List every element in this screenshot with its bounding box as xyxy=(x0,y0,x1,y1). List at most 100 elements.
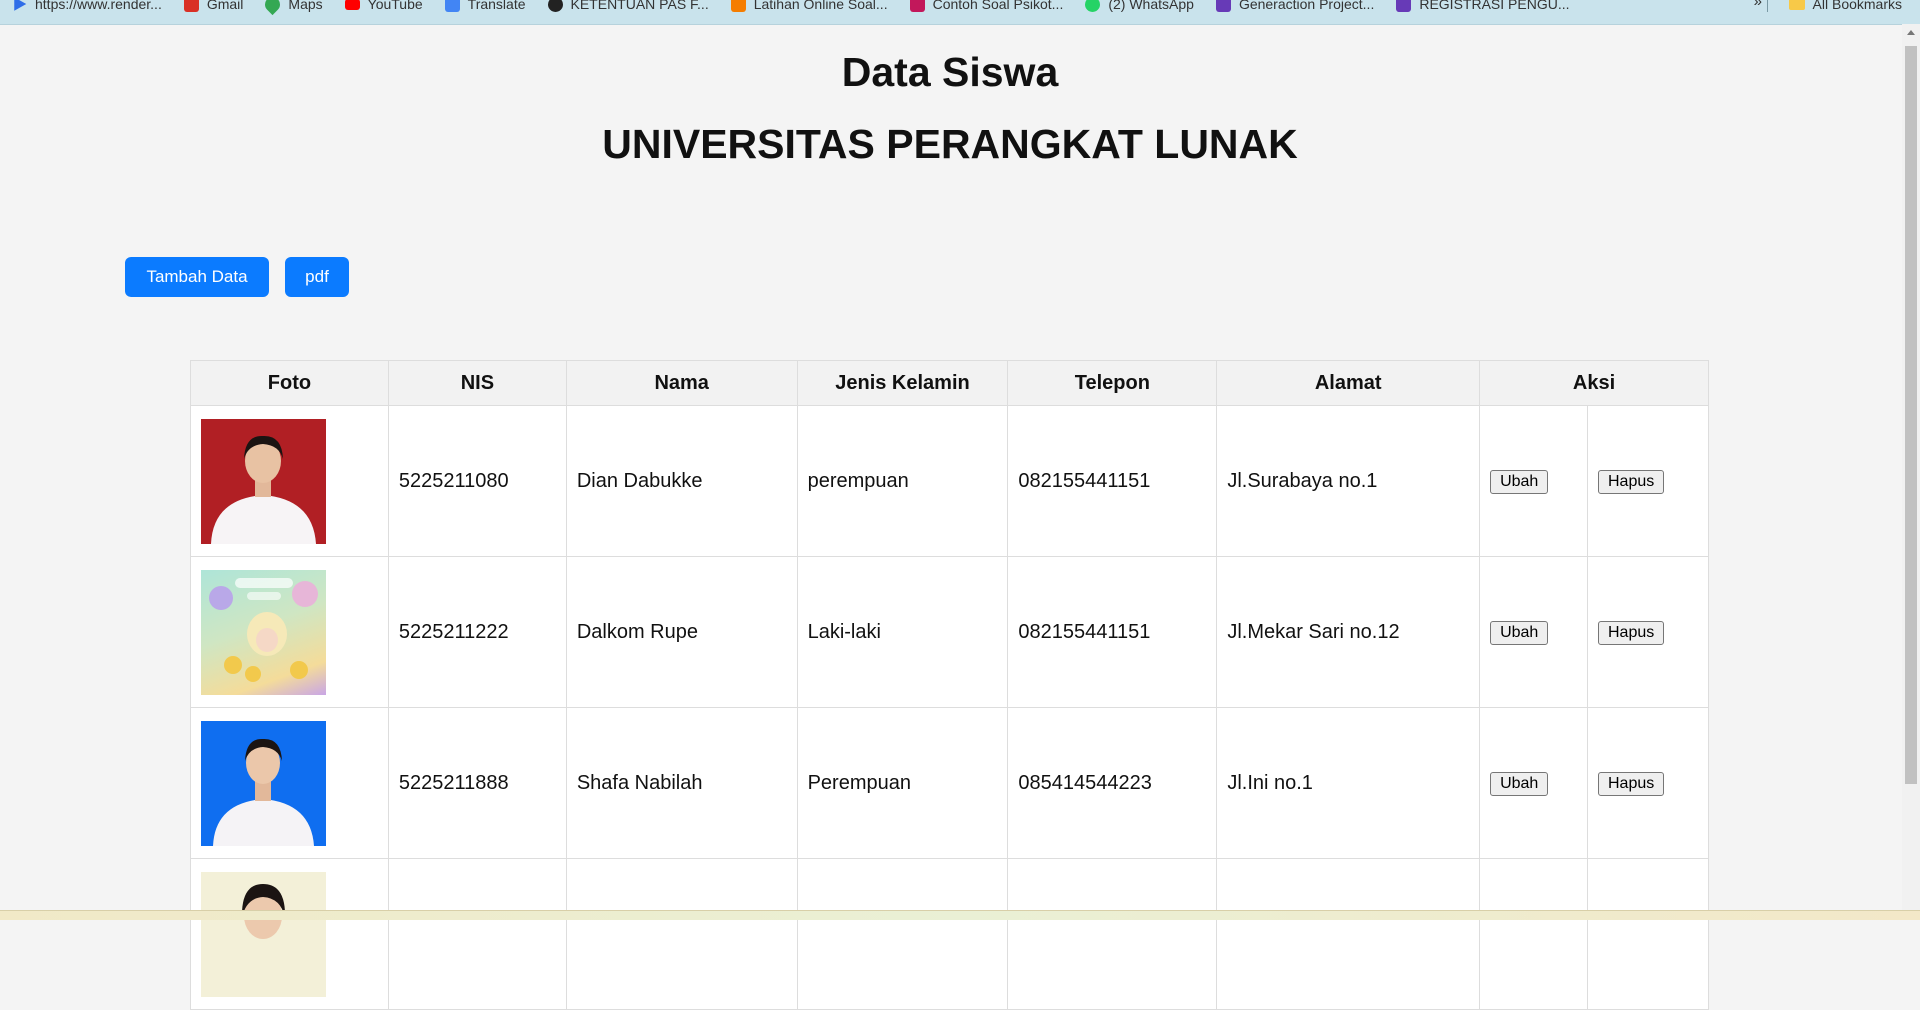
clock-icon xyxy=(547,0,563,12)
alamat-cell: Jl.Mekar Sari no.12 xyxy=(1216,556,1481,708)
person-silhouette-icon xyxy=(241,883,286,939)
bookmark-label: Contoh Soal Psikot... xyxy=(932,0,1064,12)
student-photo xyxy=(201,720,326,846)
bookmark-item[interactable]: Contoh Soal Psikot... xyxy=(909,0,1064,15)
pdf-button[interactable]: pdf xyxy=(285,257,349,297)
scrollbar-thumb[interactable] xyxy=(1905,46,1917,784)
bookmark-item[interactable]: KETENTUAN PAS F... xyxy=(547,0,709,15)
bookmark-label: Latihan Online Soal... xyxy=(753,0,888,12)
bookmark-item[interactable]: Generaction Project... xyxy=(1215,0,1375,15)
edit-button[interactable]: Ubah xyxy=(1490,771,1549,796)
table-row xyxy=(190,858,1709,1010)
person-silhouette-icon xyxy=(213,738,314,846)
nama-cell: Dian Dabukke xyxy=(565,405,798,557)
jenis-kelamin-cell: perempuan xyxy=(796,405,1009,557)
bookmark-item[interactable]: (2) WhatsApp xyxy=(1085,0,1194,15)
nama-cell: Shafa Nabilah xyxy=(565,707,798,859)
nis-cell: 5225211222 xyxy=(387,556,567,708)
bookmarks-bar: https://www.render... Gmail Maps YouTube… xyxy=(0,0,1920,25)
table-row: 5225211080 Dian Dabukke perempuan 082155… xyxy=(190,405,1709,557)
alamat-cell xyxy=(1216,858,1481,1010)
bookmark-label: Translate xyxy=(467,0,526,12)
bookmark-label: Maps xyxy=(288,0,323,12)
student-photo xyxy=(201,418,326,544)
column-header-aksi: Aksi xyxy=(1479,360,1709,406)
gmail-icon xyxy=(183,0,199,12)
bookmark-item[interactable]: Latihan Online Soal... xyxy=(730,0,888,15)
nama-cell xyxy=(565,858,798,1010)
nis-cell: 5225211080 xyxy=(387,405,567,557)
forms-icon xyxy=(1396,0,1412,12)
play-icon xyxy=(14,0,27,11)
photo-cell xyxy=(190,858,389,1010)
column-header-foto: Foto xyxy=(190,360,389,406)
scroll-up-arrow-icon[interactable] xyxy=(1907,30,1915,35)
column-header-telepon: Telepon xyxy=(1007,360,1218,406)
nis-cell: 5225211888 xyxy=(387,707,567,859)
folder-icon xyxy=(1788,0,1805,10)
table-header-row: Foto NIS Nama Jenis Kelamin Telepon Alam… xyxy=(190,360,1709,406)
maps-pin-icon xyxy=(262,0,284,15)
bookmark-item[interactable]: Gmail xyxy=(183,0,244,15)
photo-cell xyxy=(190,707,389,859)
nis-cell xyxy=(387,858,567,1010)
student-photo xyxy=(201,871,326,997)
edit-cell: Ubah xyxy=(1479,405,1588,557)
blogger-icon xyxy=(730,0,746,12)
bookmark-label: https://www.render... xyxy=(35,0,162,12)
page-title: Data Siswa xyxy=(841,49,1059,95)
column-header-jenis-kelamin: Jenis Kelamin xyxy=(796,360,1009,406)
jenis-kelamin-cell: Perempuan xyxy=(796,707,1009,859)
table-row: 5225211888 Shafa Nabilah Perempuan 08541… xyxy=(190,707,1709,859)
translate-icon xyxy=(444,0,460,12)
bookmark-label: KETENTUAN PAS F... xyxy=(570,0,709,12)
telepon-cell: 085414544223 xyxy=(1007,707,1218,859)
person-silhouette-icon xyxy=(211,435,316,544)
photo-cell xyxy=(190,556,389,708)
jenis-kelamin-cell: Laki-laki xyxy=(796,556,1009,708)
nama-cell: Dalkom Rupe xyxy=(565,556,798,708)
youtube-icon xyxy=(344,0,360,10)
jenis-kelamin-cell xyxy=(796,858,1009,1010)
delete-button[interactable]: Hapus xyxy=(1598,620,1665,645)
bookmark-item[interactable]: https://www.render... xyxy=(12,0,162,15)
bookmark-item[interactable]: REGISTRASI PENGU... xyxy=(1396,0,1569,15)
column-header-alamat: Alamat xyxy=(1216,360,1481,406)
telepon-cell xyxy=(1007,858,1218,1010)
column-header-nama: Nama xyxy=(565,360,798,406)
illustration-image xyxy=(209,577,318,682)
delete-button[interactable]: Hapus xyxy=(1598,469,1665,494)
more-bookmarks-button[interactable]: » xyxy=(1754,0,1762,10)
edit-button[interactable]: Ubah xyxy=(1490,620,1549,645)
edit-button[interactable]: Ubah xyxy=(1490,469,1549,494)
table-row: 5225211222 Dalkom Rupe Laki-laki 0821554… xyxy=(190,556,1709,708)
psikotes-icon xyxy=(909,0,925,12)
alamat-cell: Jl.Surabaya no.1 xyxy=(1216,405,1481,557)
telepon-cell: 082155441151 xyxy=(1007,556,1218,708)
edit-cell: Ubah xyxy=(1479,556,1588,708)
bookmarks-divider xyxy=(1767,0,1768,12)
photo-cell xyxy=(190,405,389,557)
bookmark-item[interactable]: Maps xyxy=(262,0,323,15)
bookmark-label: Gmail xyxy=(206,0,244,12)
delete-cell: Hapus xyxy=(1587,707,1709,859)
page-subtitle: UNIVERSITAS PERANGKAT LUNAK xyxy=(602,121,1298,167)
all-bookmarks-label: All Bookmarks xyxy=(1812,0,1902,12)
telepon-cell: 082155441151 xyxy=(1007,405,1218,557)
edit-cell: Ubah xyxy=(1479,707,1588,859)
all-bookmarks-button[interactable]: All Bookmarks xyxy=(1788,0,1902,15)
bookmark-list: https://www.render... Gmail Maps YouTube… xyxy=(12,0,1591,15)
delete-cell xyxy=(1587,858,1709,1010)
delete-button[interactable]: Hapus xyxy=(1598,771,1665,796)
delete-cell: Hapus xyxy=(1587,556,1709,708)
edit-cell xyxy=(1479,858,1588,1010)
add-data-button[interactable]: Tambah Data xyxy=(125,257,269,297)
bookmark-item[interactable]: Translate xyxy=(444,0,526,15)
bookmark-item[interactable]: YouTube xyxy=(344,0,423,15)
bookmark-label: (2) WhatsApp xyxy=(1108,0,1194,12)
column-header-nis: NIS xyxy=(387,360,567,406)
whatsapp-icon xyxy=(1085,0,1101,12)
student-photo xyxy=(201,569,326,695)
bookmark-label: YouTube xyxy=(367,0,423,12)
bookmark-label: Generaction Project... xyxy=(1238,0,1375,12)
